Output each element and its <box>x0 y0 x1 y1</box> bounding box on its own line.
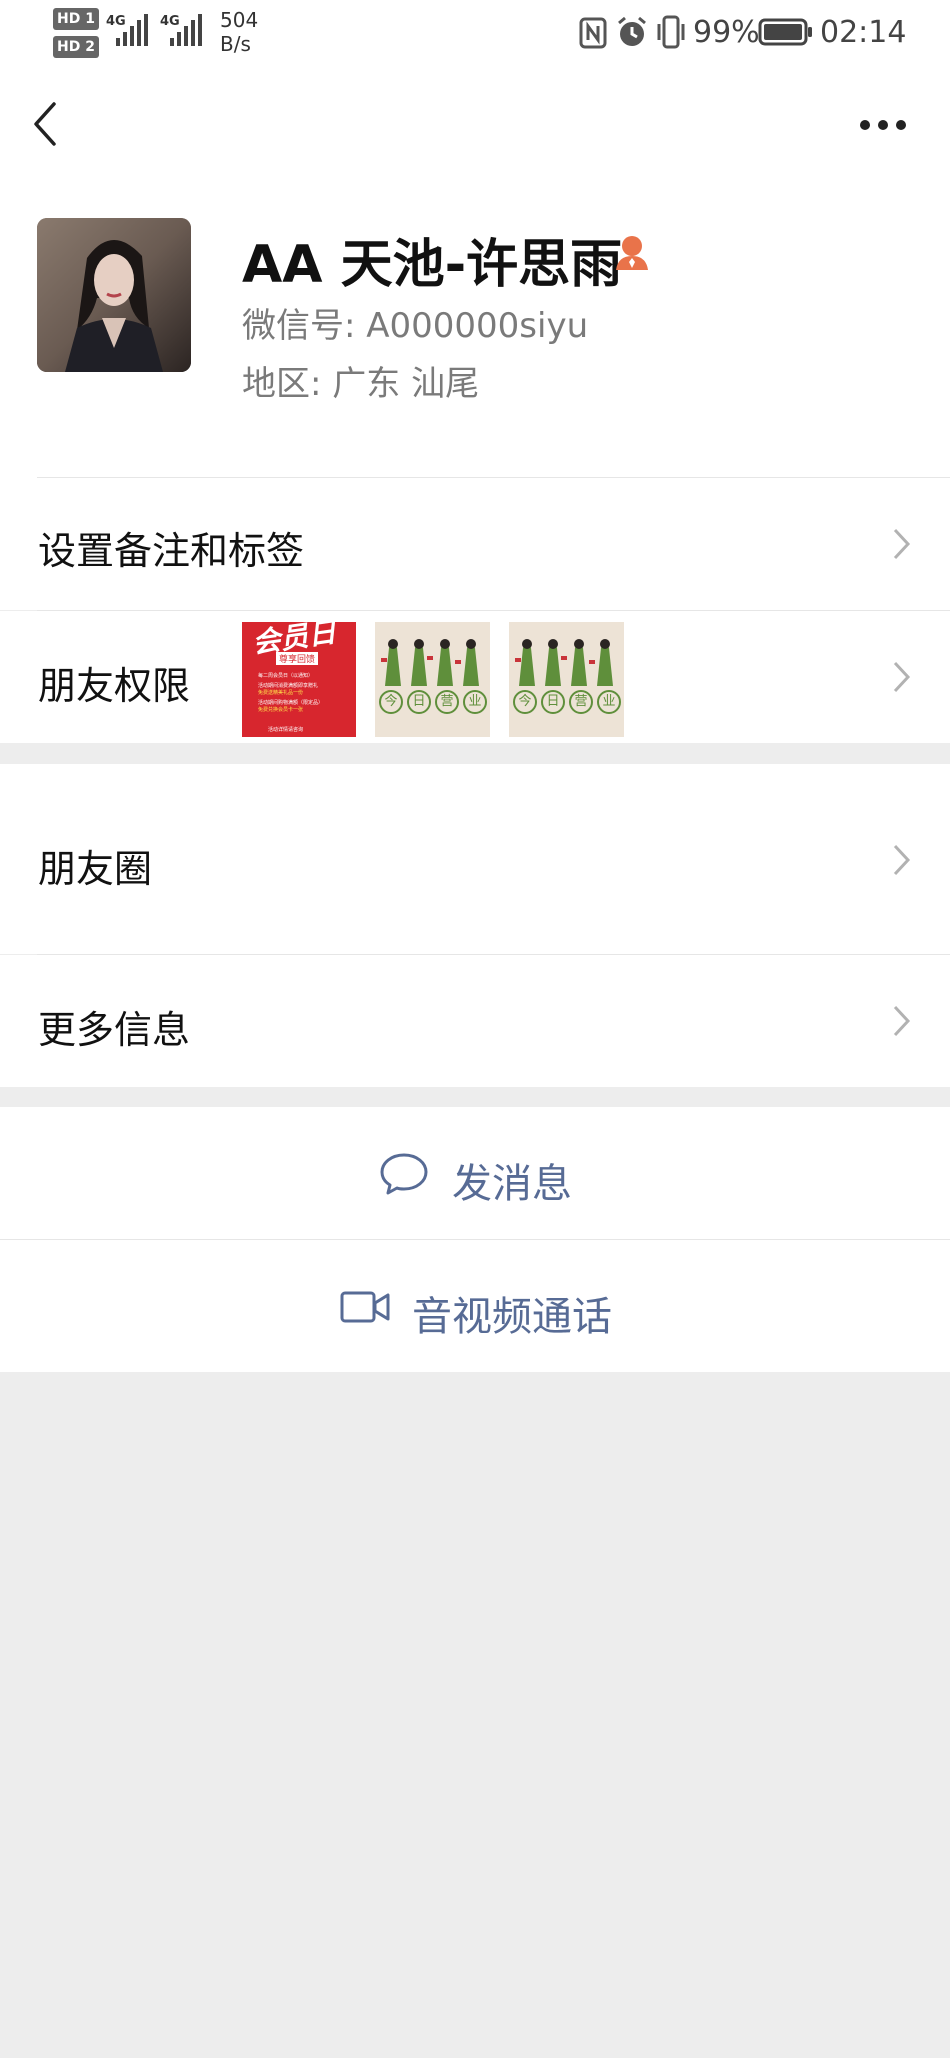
nav-bar <box>0 68 950 180</box>
chevron-right-icon <box>893 528 911 560</box>
video-camera-icon <box>340 1291 390 1323</box>
net-speed-unit: B/s <box>220 32 251 56</box>
moments-thumbnail[interactable]: 会员日 尊享回馈 每二周会员日（以通知） 活动期间消费满额即享赠礼 免费送精美礼… <box>242 622 356 737</box>
moments-label: 朋友圈 <box>38 847 153 891</box>
remark-tags-label: 设置备注和标签 <box>38 529 305 573</box>
more-info-row[interactable]: 更多信息 <box>0 955 950 1087</box>
net-speed-value: 504 <box>220 8 259 32</box>
battery-percent: 99% <box>693 15 760 50</box>
contact-badge-icon <box>616 236 648 270</box>
caption-char: 今 <box>379 690 403 714</box>
region: 地区: 广东 汕尾 <box>242 364 480 404</box>
thumb-line: 每二周会员日（以通知） <box>258 673 314 679</box>
thumb-footer: 活动详情请咨询 <box>268 727 304 733</box>
caption-char: 营 <box>569 690 593 714</box>
remark-tags-row[interactable]: 设置备注和标签 <box>0 478 950 610</box>
thumb-caption: 今 日 营 业 <box>379 690 487 714</box>
figures-illustration <box>515 639 613 686</box>
friend-permissions-label: 朋友权限 <box>38 664 191 708</box>
send-message-button[interactable]: 发消息 <box>0 1107 950 1239</box>
thumb-line: 活动期间购物满额（限定品） <box>258 700 324 706</box>
avatar-portrait <box>37 218 191 372</box>
thumb-caption: 今 日 营 业 <box>513 690 621 714</box>
thumb-line: 活动期间消费满额即享赠礼 <box>258 683 319 689</box>
caption-char: 业 <box>463 690 487 714</box>
chevron-right-icon <box>893 1005 911 1037</box>
more-info-label: 更多信息 <box>38 1008 191 1052</box>
wechat-id: 微信号: A000000siyu <box>242 306 589 346</box>
caption-char: 今 <box>513 690 537 714</box>
thumb-line: 免费送精美礼品一份 <box>258 690 304 696</box>
caption-char: 营 <box>435 690 459 714</box>
moments-thumbnail[interactable]: 今 日 营 业 <box>509 622 624 737</box>
moments-row[interactable]: 朋友圈 <box>0 764 950 954</box>
thumb-line: 免费兑换会员卡一张 <box>258 707 304 713</box>
video-call-button[interactable]: 音视频通话 <box>0 1240 950 1372</box>
video-call-label: 音视频通话 <box>412 1294 612 1340</box>
hd2-badge: HD 2 <box>53 36 99 58</box>
chat-bubble-icon <box>380 1153 428 1195</box>
figures-illustration <box>381 639 479 686</box>
back-icon[interactable] <box>30 101 60 147</box>
hd1-badge: HD 1 <box>53 8 99 30</box>
signal-1-icon <box>116 14 148 46</box>
signal-2-icon <box>170 14 202 46</box>
thumb-subtitle: 尊享回馈 <box>276 652 319 665</box>
moments-thumbnail[interactable]: 今 日 营 业 <box>375 622 490 737</box>
more-options-icon[interactable] <box>858 118 908 132</box>
chevron-right-icon <box>893 844 911 876</box>
alarm-icon <box>618 16 646 46</box>
caption-char: 日 <box>407 690 431 714</box>
send-message-label: 发消息 <box>452 1161 572 1207</box>
status-bar: HD 1 HD 2 4G 4G 504 B/s 99% 02:14 <box>0 0 950 68</box>
chevron-right-icon <box>893 661 911 693</box>
caption-char: 业 <box>597 690 621 714</box>
caption-char: 日 <box>541 690 565 714</box>
contact-name: AA 天池-许思雨 <box>242 235 623 295</box>
battery-icon <box>758 18 812 46</box>
nfc-icon <box>579 17 607 49</box>
vibrate-icon <box>657 15 685 49</box>
profile-header: AA 天池-许思雨 微信号: A000000siyu 地区: 广东 汕尾 <box>0 180 950 478</box>
clock: 02:14 <box>820 15 907 50</box>
avatar[interactable] <box>37 218 191 372</box>
